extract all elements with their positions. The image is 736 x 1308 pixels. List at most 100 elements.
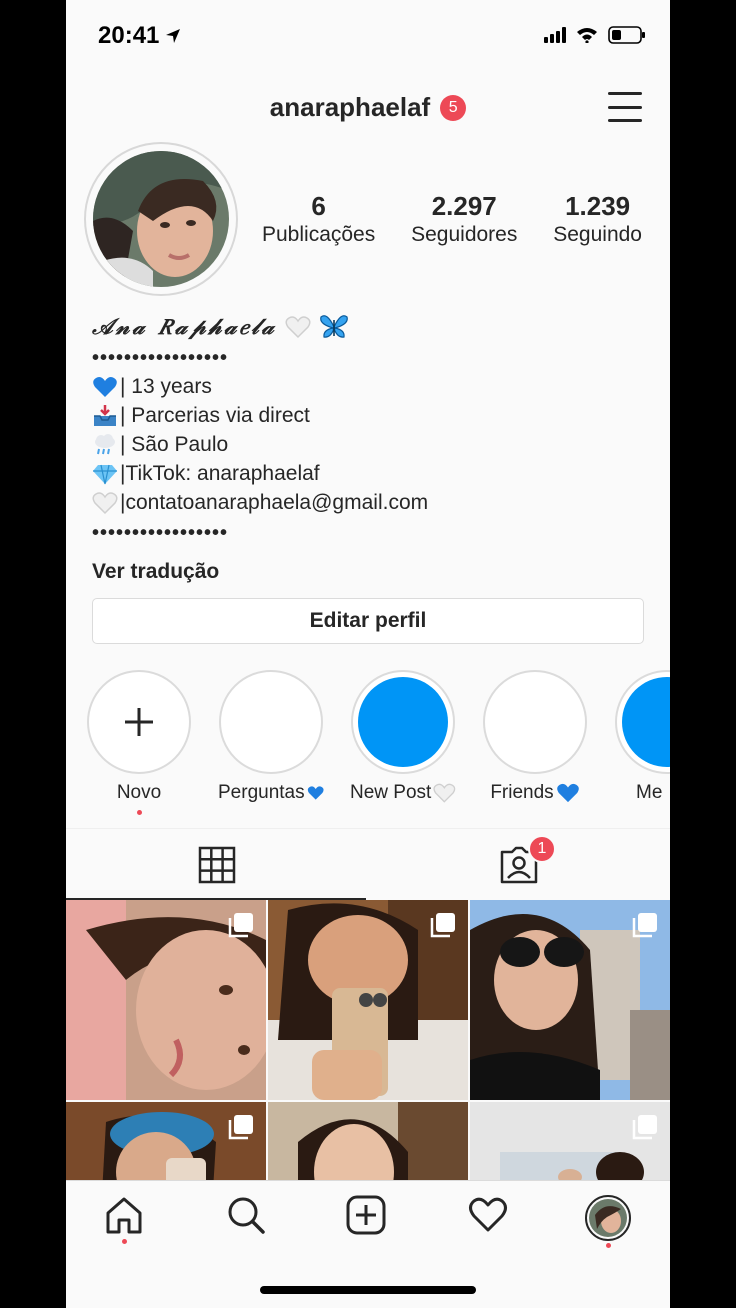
time-label: 20:41 <box>98 22 160 49</box>
highlight-perguntas-label: Perguntas <box>218 782 324 804</box>
highlight-new-circle <box>87 670 191 774</box>
home-indicator-dot <box>121 1239 127 1244</box>
bio-line-age: | 13 years <box>92 372 652 401</box>
highlight-new-post[interactable]: New Post <box>350 670 456 804</box>
posts-grid <box>66 900 670 1180</box>
highlight-new-post-circle <box>351 670 455 774</box>
highlight-friends[interactable]: Friends <box>482 670 588 804</box>
username-title: anaraphaelaf 5 <box>66 92 670 123</box>
bio-divider-top: ••••••••••••••••• <box>92 347 229 369</box>
multiple-posts-icon <box>228 913 253 938</box>
highlight-friends-circle <box>483 670 587 774</box>
search-icon <box>228 1197 265 1234</box>
home-indicator-bar[interactable] <box>260 1286 476 1294</box>
post-thumbnail[interactable] <box>66 900 266 1100</box>
bio-tiktok-text[interactable]: |TikTok: anaraphaelaf <box>120 459 320 488</box>
bio-line-email: |contatoanaraphaela@gmail.com <box>92 488 652 517</box>
highlight-new[interactable]: Novo <box>86 670 192 815</box>
bio-location-text: | São Paulo <box>120 433 229 456</box>
grid-icon <box>198 846 236 884</box>
nav-home[interactable] <box>94 1195 154 1255</box>
stat-posts[interactable]: 6 Publicações <box>262 190 375 248</box>
heart-icon <box>469 1197 507 1232</box>
username[interactable]: anaraphaelaf <box>270 92 430 123</box>
followers-label: Seguidores <box>411 223 518 246</box>
blue-heart-icon <box>556 783 579 803</box>
menu-icon[interactable] <box>608 92 642 122</box>
multiple-posts-icon <box>632 913 657 938</box>
profile-avatar-icon <box>585 1195 631 1241</box>
gem-icon <box>93 464 117 484</box>
phone-screen: 20:41 anaraphaelaf 5 6 Publicações 2.297… <box>66 0 670 1308</box>
highlight-perguntas-circle <box>219 670 323 774</box>
highlight-new-label: Novo <box>116 782 162 803</box>
edit-profile-button[interactable]: Editar perfil <box>92 598 644 644</box>
highlight-me[interactable]: Me <box>614 670 670 804</box>
status-time: 20:41 <box>98 22 181 50</box>
bio-name: 𝒜𝓃𝒶 𝑅𝒶𝓅𝒽𝒶𝑒𝓁𝒶 <box>92 312 652 342</box>
posts-count: 6 <box>311 191 326 221</box>
blue-heart-icon <box>93 376 117 397</box>
followers-count: 2.297 <box>431 191 497 221</box>
multiple-posts-icon <box>632 1115 657 1140</box>
display-name: 𝒜𝓃𝒶 𝑅𝒶𝓅𝒽𝒶𝑒𝓁𝒶 <box>92 314 277 340</box>
highlight-friends-label: Friends <box>482 782 588 804</box>
highlight-perguntas[interactable]: Perguntas <box>218 670 324 804</box>
avatar-photo <box>93 151 229 287</box>
status-bar: 20:41 <box>66 0 670 72</box>
home-icon <box>106 1197 142 1234</box>
add-post-icon <box>346 1195 386 1235</box>
story-highlights: Novo Perguntas New Post Friends Me <box>66 670 670 815</box>
nav-profile[interactable] <box>578 1195 638 1255</box>
profile-header: anaraphaelaf 5 <box>66 88 670 128</box>
bio-line-partnerships: | Parcerias via direct <box>92 401 652 430</box>
profile-indicator-dot <box>605 1243 611 1248</box>
multiple-posts-icon <box>430 913 455 938</box>
white-heart-icon <box>433 783 456 803</box>
highlight-new-post-label: New Post <box>350 782 456 804</box>
post-thumbnail[interactable] <box>268 900 468 1100</box>
nav-new-post[interactable] <box>336 1195 396 1255</box>
see-translation-link[interactable]: Ver tradução <box>92 557 652 587</box>
bio-divider-bottom: ••••••••••••••••• <box>92 522 229 544</box>
inbox-tray-icon <box>94 404 116 426</box>
bio-age-text: | 13 years <box>120 375 212 398</box>
post-thumbnail[interactable] <box>268 1102 468 1180</box>
nav-activity[interactable] <box>458 1195 518 1255</box>
highlight-me-circle <box>615 670 670 774</box>
bio-line-tiktok: |TikTok: anaraphaelaf <box>92 459 652 488</box>
cellular-signal-icon <box>544 27 566 43</box>
profile-tabs: 1 <box>66 828 670 900</box>
battery-icon <box>608 26 645 44</box>
tagged-count-badge: 1 <box>528 835 556 863</box>
profile-stats: 6 Publicações 2.297 Seguidores 1.239 Seg… <box>262 190 642 248</box>
cloud-rain-icon <box>95 433 115 454</box>
profile-bio: 𝒜𝓃𝒶 𝑅𝒶𝓅𝒽𝒶𝑒𝓁𝒶 ••••••••••••••••• | 13 year… <box>92 312 652 587</box>
post-thumbnail[interactable] <box>470 900 670 1100</box>
stat-following[interactable]: 1.239 Seguindo <box>553 190 642 248</box>
new-indicator-dot <box>136 810 142 815</box>
highlight-me-label: Me <box>636 782 663 803</box>
white-heart-icon <box>92 491 118 514</box>
bio-email-text[interactable]: |contatoanaraphaela@gmail.com <box>120 488 428 517</box>
blue-heart-icon <box>307 786 324 800</box>
plus-icon <box>125 708 153 736</box>
bio-partnerships-text: | Parcerias via direct <box>120 404 310 427</box>
stat-followers[interactable]: 2.297 Seguidores <box>411 190 517 248</box>
post-thumbnail[interactable] <box>66 1102 266 1180</box>
location-arrow-icon <box>166 29 181 43</box>
white-heart-icon <box>285 316 311 339</box>
following-label: Seguindo <box>553 223 642 246</box>
following-count: 1.239 <box>565 191 631 221</box>
notification-badge[interactable]: 5 <box>440 94 467 121</box>
bottom-navigation <box>66 1180 670 1260</box>
tab-grid[interactable] <box>66 829 368 901</box>
tab-tagged[interactable] <box>368 829 670 901</box>
posts-label: Publicações <box>262 223 376 246</box>
wifi-icon <box>577 28 597 43</box>
status-icons <box>544 26 646 44</box>
profile-avatar[interactable] <box>84 142 238 296</box>
post-thumbnail[interactable] <box>470 1102 670 1180</box>
nav-search[interactable] <box>216 1195 276 1255</box>
butterfly-icon <box>319 315 348 338</box>
